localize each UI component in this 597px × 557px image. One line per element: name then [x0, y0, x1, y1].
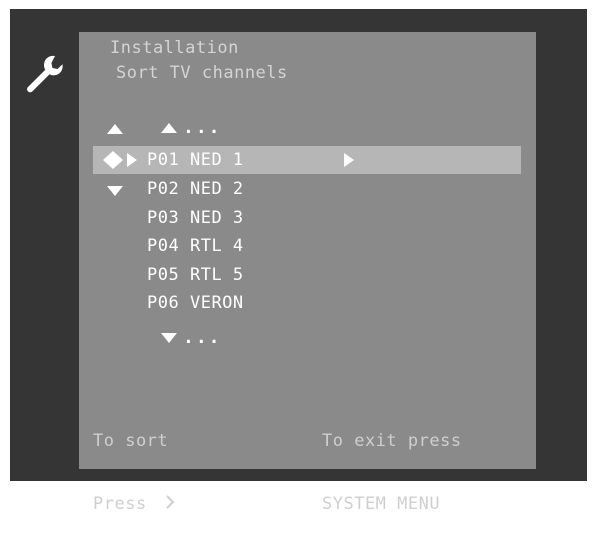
- more-down-icon: [161, 333, 177, 343]
- channel-number: P04: [147, 236, 180, 256]
- channel-name: RTL 5: [189, 265, 244, 285]
- channel-row[interactable]: P02 NED 2: [147, 179, 244, 199]
- menu-title: Installation: [110, 38, 239, 58]
- select-arrow-icon: [127, 153, 137, 167]
- sort-hint: To sort Press: [93, 389, 175, 557]
- channel-number: P03: [147, 208, 180, 228]
- move-right-icon[interactable]: [344, 153, 354, 167]
- navigation-cursor-icon: [103, 151, 123, 169]
- sort-hint-line1: To sort: [93, 431, 169, 451]
- channel-name: NED 1: [189, 150, 244, 170]
- chevron-right-icon: [165, 495, 175, 509]
- channel-row[interactable]: P01 NED 1: [147, 150, 244, 170]
- channel-row[interactable]: P04 RTL 4: [147, 236, 244, 256]
- menu-subtitle: Sort TV channels: [116, 63, 288, 83]
- channel-number: P06: [147, 293, 180, 313]
- scroll-up-icon[interactable]: [107, 124, 123, 134]
- exit-hint-line2: SYSTEM MENU: [322, 494, 441, 514]
- channel-name: RTL 4: [189, 236, 244, 256]
- channel-name: VERON: [189, 293, 244, 313]
- scroll-down-icon[interactable]: [107, 186, 123, 196]
- more-channels-below: ...: [161, 327, 222, 348]
- channel-number: P01: [147, 150, 180, 170]
- more-above-dots: ...: [183, 117, 222, 138]
- more-up-icon: [161, 123, 177, 133]
- more-below-dots: ...: [183, 327, 222, 348]
- sort-hint-line2: Press: [93, 494, 175, 515]
- menu-panel: Installation Sort TV channels ... P01 NE…: [79, 32, 536, 514]
- channel-number: P02: [147, 179, 180, 199]
- exit-hint-line1: To exit press: [322, 431, 462, 451]
- channel-row[interactable]: P06 VERON: [147, 293, 244, 313]
- channel-number: P05: [147, 265, 180, 285]
- more-channels-above: ...: [161, 117, 222, 138]
- channel-row[interactable]: P05 RTL 5: [147, 265, 244, 285]
- channel-row[interactable]: P03 NED 3: [147, 208, 244, 228]
- sort-hint-press: Press: [93, 494, 147, 514]
- exit-hint: To exit press SYSTEM MENU: [322, 389, 462, 557]
- channel-name: NED 2: [189, 179, 244, 199]
- channel-name: NED 3: [189, 208, 244, 228]
- wrench-icon: [27, 55, 63, 93]
